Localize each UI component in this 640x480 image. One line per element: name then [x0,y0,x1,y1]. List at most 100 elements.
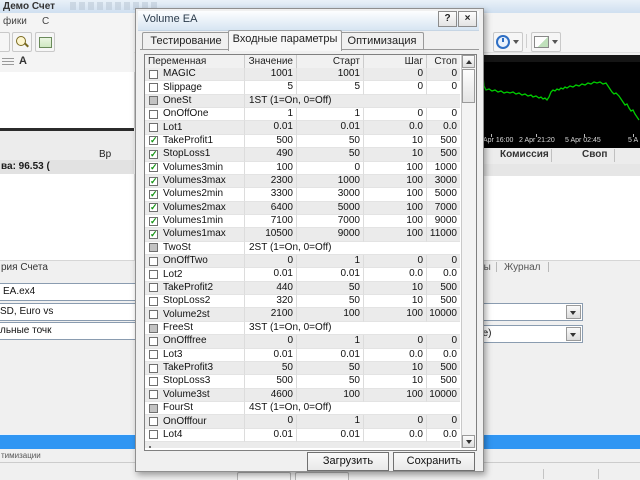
text-label-tool[interactable]: A [19,55,27,67]
param-row[interactable]: OnOfffree0100 [145,335,460,348]
param-checkbox[interactable] [149,110,158,119]
param-checkbox[interactable] [149,390,158,399]
param-checkbox[interactable] [149,364,158,373]
dropdown-arrow-button[interactable] [566,305,581,319]
scroll-down-button[interactable] [462,435,475,448]
param-checkbox[interactable]: ✓ [149,217,158,226]
symbol-combobox-right[interactable] [473,303,583,321]
tester-button-partial[interactable] [295,472,349,480]
save-button[interactable]: Сохранить [393,452,475,471]
param-checkbox[interactable]: ✓ [149,150,158,159]
param-checkbox[interactable]: ✓ [149,203,158,212]
param-checkbox[interactable] [149,310,158,319]
param-row[interactable]: TakeProfit24405010500 [145,282,460,295]
tab-journal[interactable]: Журнал [504,262,541,273]
param-row[interactable]: Lot40.010.010.00.0 [145,429,460,442]
param-checkbox[interactable] [149,243,158,252]
param-row[interactable]: ✓Volumes1max10500900010011000 [145,228,460,241]
dropdown-arrow-button[interactable] [566,327,581,341]
param-checkbox[interactable] [149,257,158,266]
scroll-thumb[interactable] [462,69,475,103]
tester-button-partial[interactable] [237,472,291,480]
param-checkbox[interactable] [149,123,158,132]
model-combobox-right[interactable]: ие) [473,325,583,343]
header-start[interactable]: Старт [297,55,364,68]
param-row[interactable]: StopLoss23205010500 [145,295,460,308]
swap-column-header[interactable]: Своп [582,149,607,160]
close-button[interactable]: × [458,11,477,27]
tab-account-history-fragment[interactable]: рия Счета [1,262,48,273]
param-row[interactable]: FourSt4ST (1=On, 0=Off) [145,402,460,415]
table-rows: MAGIC1001100100Slippage5500OneSt1ST (1=O… [145,68,460,442]
header-step[interactable]: Шаг [364,55,427,68]
table-header-row: Переменная Значение Старт Шаг Стоп [145,55,460,69]
param-row[interactable]: StopLoss35005010500 [145,375,460,388]
param-checkbox[interactable]: ✓ [149,136,158,145]
param-row[interactable]: Lot20.010.010.00.0 [145,268,460,281]
param-row[interactable]: TakeProfit3505010500 [145,362,460,375]
param-row[interactable]: Lot30.010.010.00.0 [145,349,460,362]
toolbar-button-partial[interactable] [0,32,10,52]
param-row[interactable]: ✓StopLoss14905010500 [145,148,460,161]
param-checkbox[interactable] [149,430,158,439]
param-row[interactable]: ✓Volumes3min10001001000 [145,162,460,175]
symbol-combobox-left[interactable]: SD, Euro vs [0,303,137,321]
model-combobox-left[interactable]: льные точк [0,322,137,340]
param-row[interactable]: MAGIC1001100100 [145,68,460,81]
time-column-header-fragment: Вр [99,149,111,160]
param-row[interactable]: OnOfffour0100 [145,415,460,428]
param-checkbox[interactable] [149,417,158,426]
param-checkbox[interactable] [149,350,158,359]
param-row[interactable]: ✓Volumes2max640050001007000 [145,202,460,215]
param-row[interactable]: OneSt1ST (1=On, 0=Off) [145,95,460,108]
column-divider [551,149,552,162]
zoom-tool-button[interactable] [12,32,32,52]
periods-button[interactable] [493,32,523,52]
param-checkbox[interactable] [149,324,158,333]
param-row[interactable]: ✓Volumes2min330030001005000 [145,188,460,201]
param-checkbox[interactable]: ✓ [149,190,158,199]
param-row[interactable]: FreeSt3ST (1=On, 0=Off) [145,322,460,335]
header-variable[interactable]: Переменная [145,55,245,68]
param-checkbox[interactable]: ✓ [149,230,158,239]
param-checkbox[interactable] [149,404,158,413]
templates-button[interactable] [531,32,561,52]
param-row[interactable]: ✓TakeProfit15005010500 [145,135,460,148]
load-button[interactable]: Загрузить [307,452,389,471]
param-checkbox[interactable]: ✓ [149,163,158,172]
param-checkbox[interactable] [149,297,158,306]
param-row[interactable]: ✓Volumes1min710070001009000 [145,215,460,228]
param-checkbox[interactable] [149,283,158,292]
param-span-value: 3ST (1=On, 0=Off) [245,322,460,335]
param-row[interactable]: ✓Volumes3max230010001003000 [145,175,460,188]
param-stop: 0 [427,81,460,94]
grid-tool-button[interactable] [35,32,55,52]
menu-item-charts-fragment[interactable]: фики [3,16,27,27]
vertical-scrollbar[interactable] [461,55,476,448]
param-row[interactable]: TwoSt2ST (1=On, 0=Off) [145,242,460,255]
menu-item-service-fragment[interactable]: С [42,16,49,27]
scroll-up-button[interactable] [462,55,475,68]
tab-optimization[interactable]: Оптимизация [340,32,424,50]
param-checkbox[interactable]: ✓ [149,177,158,186]
param-checkbox[interactable] [149,337,158,346]
param-row[interactable]: OnOffTwo0100 [145,255,460,268]
param-checkbox[interactable] [149,70,158,79]
header-stop[interactable]: Стоп [427,55,460,68]
param-checkbox[interactable] [149,83,158,92]
lines-tool-icon[interactable] [2,58,14,66]
param-row[interactable]: Lot10.010.010.00.0 [145,121,460,134]
param-checkbox[interactable] [149,377,158,386]
param-row[interactable]: Volume3st460010010010000 [145,389,460,402]
commission-column-header[interactable]: Комиссия [500,149,549,160]
param-checkbox[interactable] [149,270,158,279]
param-row[interactable]: OnOffOne1100 [145,108,460,121]
param-row[interactable]: Slippage5500 [145,81,460,94]
param-row[interactable]: Volume2st210010010010000 [145,308,460,321]
tab-testing[interactable]: Тестирование [142,32,230,50]
param-checkbox[interactable] [149,96,158,105]
header-value[interactable]: Значение [245,55,297,68]
expert-combobox[interactable]: EA.ex4 [0,283,137,301]
help-button[interactable]: ? [438,11,457,27]
tab-input-parameters[interactable]: Входные параметры [228,30,342,51]
